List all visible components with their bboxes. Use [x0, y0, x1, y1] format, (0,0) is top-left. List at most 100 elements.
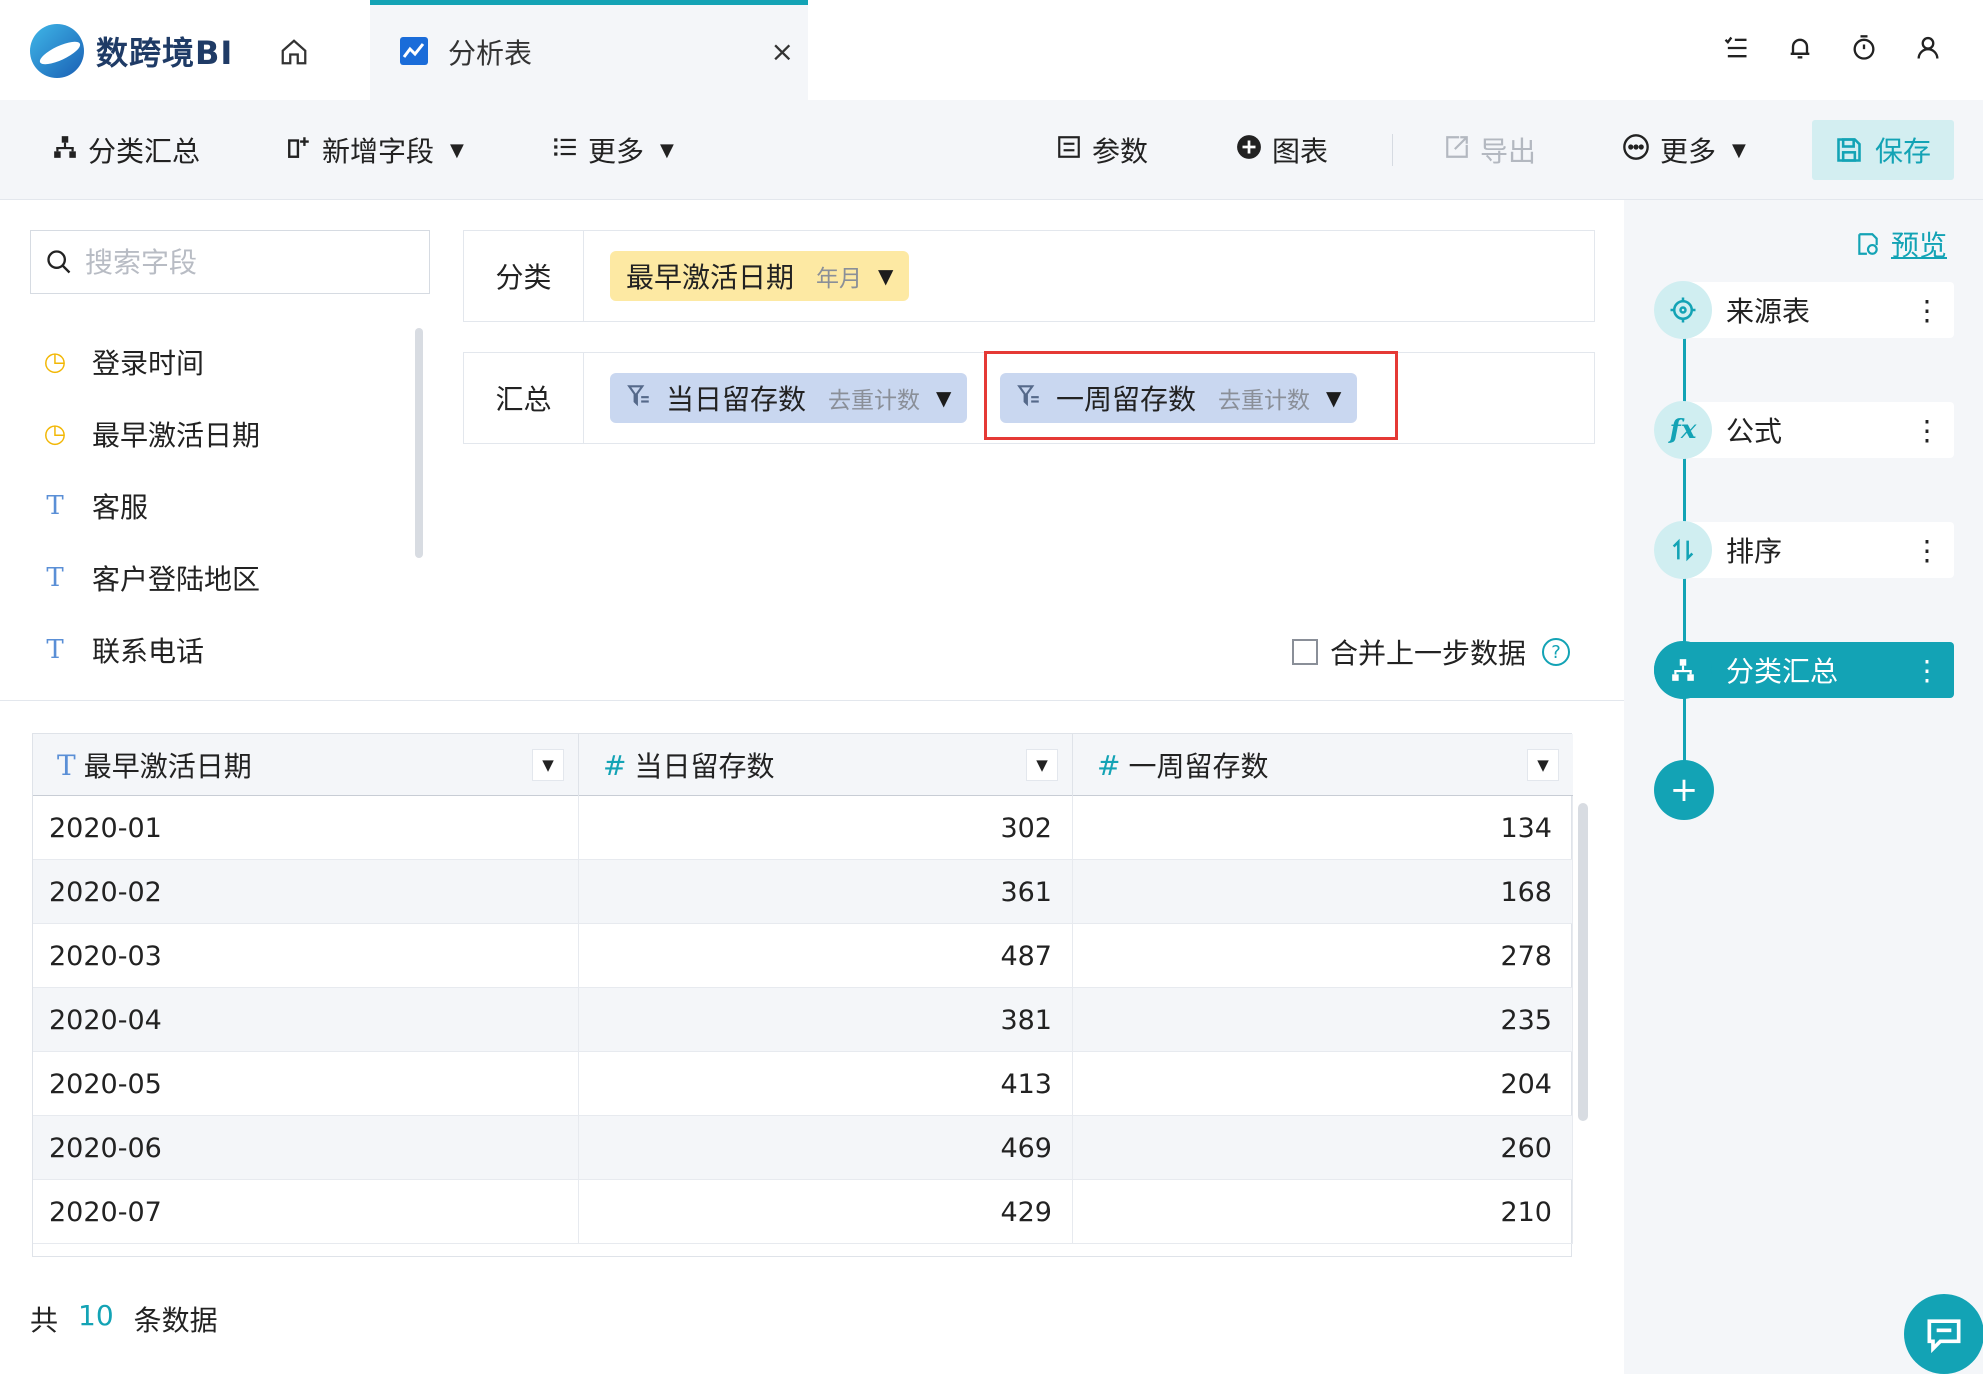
field-item[interactable]: ◷ 登录时间	[40, 326, 260, 398]
toolbar: 分类汇总 新增字段 ▼ 更多 ▼ 参数 图表 导出 更多 ▼ 保存	[0, 100, 1983, 200]
home-icon	[281, 39, 307, 65]
table-cell: 2020-02	[33, 860, 579, 924]
table-cell: 235	[1073, 988, 1573, 1052]
group-field-pill[interactable]: 最早激活日期 年月 ▼	[610, 251, 910, 301]
field-search[interactable]	[30, 230, 430, 294]
params-button[interactable]: 参数	[1056, 126, 1148, 174]
timer-icon[interactable]	[1849, 30, 1879, 66]
export-label: 导出	[1480, 135, 1537, 168]
add-column-icon	[286, 134, 312, 167]
table-scrollbar[interactable]	[1578, 803, 1588, 1121]
support-chat-button[interactable]	[1904, 1294, 1983, 1374]
field-name: 客服	[92, 491, 149, 524]
text-type-icon: T	[46, 491, 64, 521]
column-name: 当日留存数	[634, 750, 775, 783]
toolbar-divider	[1392, 134, 1393, 166]
field-item[interactable]: T 客服	[40, 470, 260, 542]
column-header[interactable]: # 当日留存数 ▼	[579, 734, 1073, 796]
step-group-summary[interactable]: 分类汇总 ⋮	[1654, 641, 1954, 699]
hierarchy-icon	[1654, 641, 1712, 699]
table-row: 2020-01 302 134	[33, 796, 1573, 860]
text-type-icon: T	[57, 748, 76, 782]
more-vertical-icon[interactable]: ⋮	[1912, 294, 1942, 327]
step-source-table[interactable]: 来源表 ⋮	[1654, 281, 1954, 339]
step-sort[interactable]: 排序 ⋮	[1654, 521, 1954, 579]
search-icon	[47, 250, 71, 274]
step-formula[interactable]: fx 公式 ⋮	[1654, 401, 1954, 459]
step-flow-panel: 预览 来源表 ⋮ fx 公式 ⋮ 排序 ⋮ 分类汇总 ⋮ +	[1624, 200, 1983, 1374]
export-icon	[1444, 134, 1470, 167]
table-cell: 429	[579, 1180, 1073, 1244]
field-item[interactable]: ◷ 最早激活日期	[40, 398, 260, 470]
save-button[interactable]: 保存	[1812, 120, 1954, 180]
top-bar: 数跨境BI 分析表 ×	[0, 0, 1983, 100]
text-type-icon: T	[46, 563, 64, 593]
home-button[interactable]	[270, 32, 318, 72]
add-field-label: 新增字段	[322, 135, 435, 168]
group-summary-label: 分类汇总	[88, 135, 201, 168]
caret-down-icon[interactable]: ▼	[936, 386, 951, 410]
preview-icon	[1858, 233, 1878, 255]
table-cell: 2020-07	[33, 1180, 579, 1244]
field-panel: ◷ 登录时间 ◷ 最早激活日期 T 客服 T 客户登陆地区 T 联系电话	[0, 200, 438, 700]
field-item[interactable]: T 客户登陆地区	[40, 542, 260, 614]
help-icon[interactable]: ?	[1542, 638, 1571, 666]
column-header[interactable]: # 一周留存数 ▼	[1073, 734, 1573, 796]
group-summary-button[interactable]: 分类汇总	[52, 126, 200, 174]
chart-label: 图表	[1272, 135, 1329, 168]
logo-icon	[30, 24, 84, 78]
field-name: 客户登陆地区	[92, 563, 261, 596]
column-menu-button[interactable]: ▼	[1527, 749, 1559, 781]
more-vertical-icon[interactable]: ⋮	[1912, 414, 1942, 447]
summary-field-pill[interactable]: 当日留存数 去重计数 ▼	[610, 373, 968, 423]
list-icon	[552, 134, 578, 167]
top-icons	[1721, 30, 1943, 66]
export-button[interactable]: 导出	[1444, 126, 1536, 174]
preview-link[interactable]: 预览	[1855, 224, 1947, 264]
table-row: 2020-04 381 235	[33, 988, 1573, 1052]
more-left-dropdown[interactable]: 更多 ▼	[552, 126, 674, 174]
total-prefix: 共	[30, 1304, 59, 1337]
field-list-scrollbar[interactable]	[415, 328, 423, 558]
field-list: ◷ 登录时间 ◷ 最早激活日期 T 客服 T 客户登陆地区 T 联系电话	[40, 326, 260, 686]
search-input[interactable]	[85, 245, 405, 279]
bell-icon[interactable]	[1785, 30, 1815, 66]
merge-label: 合并上一步数据	[1330, 637, 1527, 670]
more-right-dropdown[interactable]: 更多 ▼	[1622, 126, 1746, 174]
caret-down-icon: ▼	[660, 139, 674, 161]
step-label: 公式	[1726, 415, 1783, 448]
group-row: 分类 最早激活日期 年月 ▼	[463, 230, 1595, 322]
add-step-button[interactable]: +	[1654, 760, 1714, 820]
preview-label: 预览	[1890, 229, 1947, 262]
field-item[interactable]: T 联系电话	[40, 614, 260, 686]
table-header: T 最早激活日期 ▼ # 当日留存数 ▼ # 一周留存数 ▼	[33, 734, 1573, 796]
number-type-icon: #	[603, 748, 627, 782]
params-label: 参数	[1092, 135, 1149, 168]
merge-checkbox[interactable]	[1292, 639, 1318, 665]
more-vertical-icon[interactable]: ⋮	[1912, 654, 1942, 687]
add-field-dropdown[interactable]: 新增字段 ▼	[286, 126, 464, 174]
column-name: 最早激活日期	[83, 750, 252, 783]
tab-analysis-table[interactable]: 分析表 ×	[370, 0, 808, 100]
pill-sub: 去重计数	[828, 388, 921, 414]
step-label: 分类汇总	[1726, 655, 1839, 688]
column-menu-button[interactable]: ▼	[1026, 749, 1058, 781]
column-menu-button[interactable]: ▼	[532, 749, 564, 781]
column-header[interactable]: T 最早激活日期 ▼	[33, 734, 579, 796]
tab-close-button[interactable]: ×	[771, 35, 794, 68]
more-vertical-icon[interactable]: ⋮	[1912, 534, 1942, 567]
more-left-label: 更多	[588, 135, 645, 168]
chart-button[interactable]: 图表	[1236, 126, 1328, 174]
pill-sub: 年月	[816, 266, 863, 292]
table-cell: 278	[1073, 924, 1573, 988]
params-icon	[1056, 134, 1082, 167]
table-cell: 381	[579, 988, 1073, 1052]
clock-icon: ◷	[43, 347, 67, 377]
total-count: 10	[78, 1299, 114, 1332]
user-icon[interactable]	[1913, 30, 1943, 66]
more-circle-icon	[1622, 133, 1650, 168]
caret-down-icon[interactable]: ▼	[878, 264, 893, 288]
table-cell: 2020-03	[33, 924, 579, 988]
task-list-icon[interactable]	[1721, 30, 1751, 66]
table-row: 2020-05 413 204	[33, 1052, 1573, 1116]
